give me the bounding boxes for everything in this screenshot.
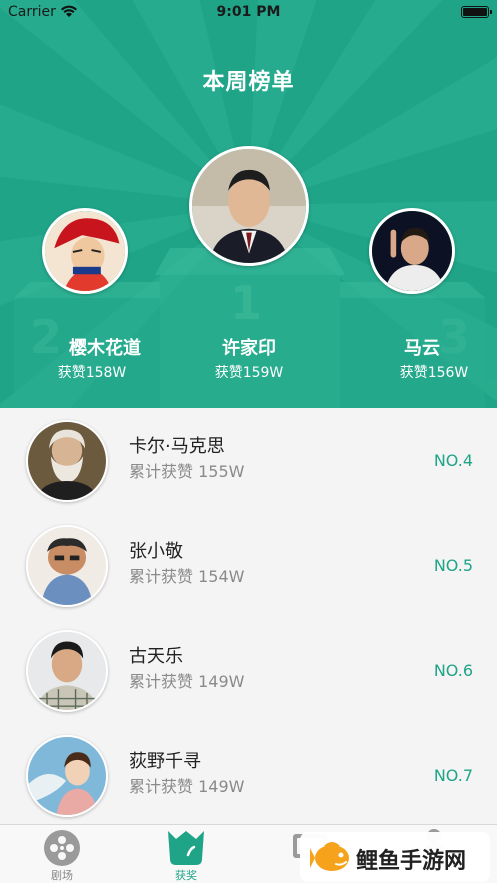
podium-name-first: 许家印 bbox=[222, 338, 276, 359]
ranking-header: 1 2 3 Carrier 9:01 PM 本周榜单 樱木花道 获赞158W 许… bbox=[0, 0, 497, 408]
list-item-rank: NO.7 bbox=[433, 766, 473, 785]
cartoon-man-portrait bbox=[28, 527, 106, 605]
list-item-name: 荻野千寻 bbox=[129, 751, 201, 772]
man-in-suit-portrait bbox=[192, 149, 306, 263]
podium-name-second: 樱木花道 bbox=[69, 338, 141, 359]
anime-girl-portrait bbox=[28, 737, 106, 815]
podium-likes-first: 获赞159W bbox=[214, 365, 284, 381]
bearded-man-portrait bbox=[28, 422, 106, 500]
status-bar: Carrier 9:01 PM bbox=[0, 0, 497, 26]
list-item-likes: 累计获赞 149W bbox=[129, 672, 245, 691]
ranking-list[interactable]: 卡尔·马克思 累计获赞 155W NO.4 张小敬 累计获赞 154W NO.5 bbox=[0, 408, 497, 824]
list-avatar bbox=[26, 735, 108, 817]
film-reel-icon bbox=[43, 829, 81, 871]
podium-number-1: 1 bbox=[230, 276, 263, 330]
list-item[interactable]: 卡尔·马克思 累计获赞 155W NO.4 bbox=[0, 408, 497, 513]
battery-icon bbox=[461, 6, 492, 18]
tab-theater-label: 剧场 bbox=[51, 869, 73, 882]
podium-avatar-first[interactable] bbox=[189, 146, 309, 266]
businessman-portrait bbox=[372, 211, 452, 291]
tab-awards[interactable]: 获奖 bbox=[146, 825, 226, 883]
podium-avatar-third[interactable] bbox=[369, 208, 455, 294]
list-avatar bbox=[26, 420, 108, 502]
tab-awards-label: 获奖 bbox=[175, 869, 197, 882]
crown-icon bbox=[166, 829, 206, 871]
list-item-rank: NO.4 bbox=[433, 451, 473, 470]
anime-character-portrait bbox=[45, 211, 125, 291]
list-item-name: 古天乐 bbox=[129, 646, 183, 667]
carp-logo-icon bbox=[310, 838, 352, 880]
list-avatar bbox=[26, 630, 108, 712]
list-item-rank: NO.5 bbox=[433, 556, 473, 575]
tab-theater[interactable]: 剧场 bbox=[22, 825, 102, 883]
list-item-likes: 累计获赞 149W bbox=[129, 777, 245, 796]
page-title: 本周榜单 bbox=[202, 70, 295, 95]
site-watermark: 鲤鱼手游网 bbox=[300, 832, 490, 882]
list-item[interactable]: 古天乐 累计获赞 149W NO.6 bbox=[0, 618, 497, 723]
list-avatar bbox=[26, 525, 108, 607]
list-item-name: 张小敬 bbox=[129, 541, 183, 562]
podium-likes-second: 获赞158W bbox=[57, 365, 127, 381]
podium-name-third: 马云 bbox=[404, 338, 440, 359]
podium-avatar-second[interactable] bbox=[42, 208, 128, 294]
list-item-likes: 累计获赞 155W bbox=[129, 462, 245, 481]
list-item-likes: 累计获赞 154W bbox=[129, 567, 245, 586]
podium-likes-third: 获赞156W bbox=[399, 365, 469, 381]
list-item-rank: NO.6 bbox=[433, 661, 473, 680]
list-item[interactable]: 荻野千寻 累计获赞 149W NO.7 bbox=[0, 723, 497, 828]
list-item[interactable]: 张小敬 累计获赞 154W NO.5 bbox=[0, 513, 497, 618]
man-in-plaid-shirt-portrait bbox=[28, 632, 106, 710]
list-item-name: 卡尔·马克思 bbox=[129, 436, 225, 457]
status-time: 9:01 PM bbox=[216, 4, 281, 20]
watermark-text: 鲤鱼手游网 bbox=[356, 849, 467, 874]
